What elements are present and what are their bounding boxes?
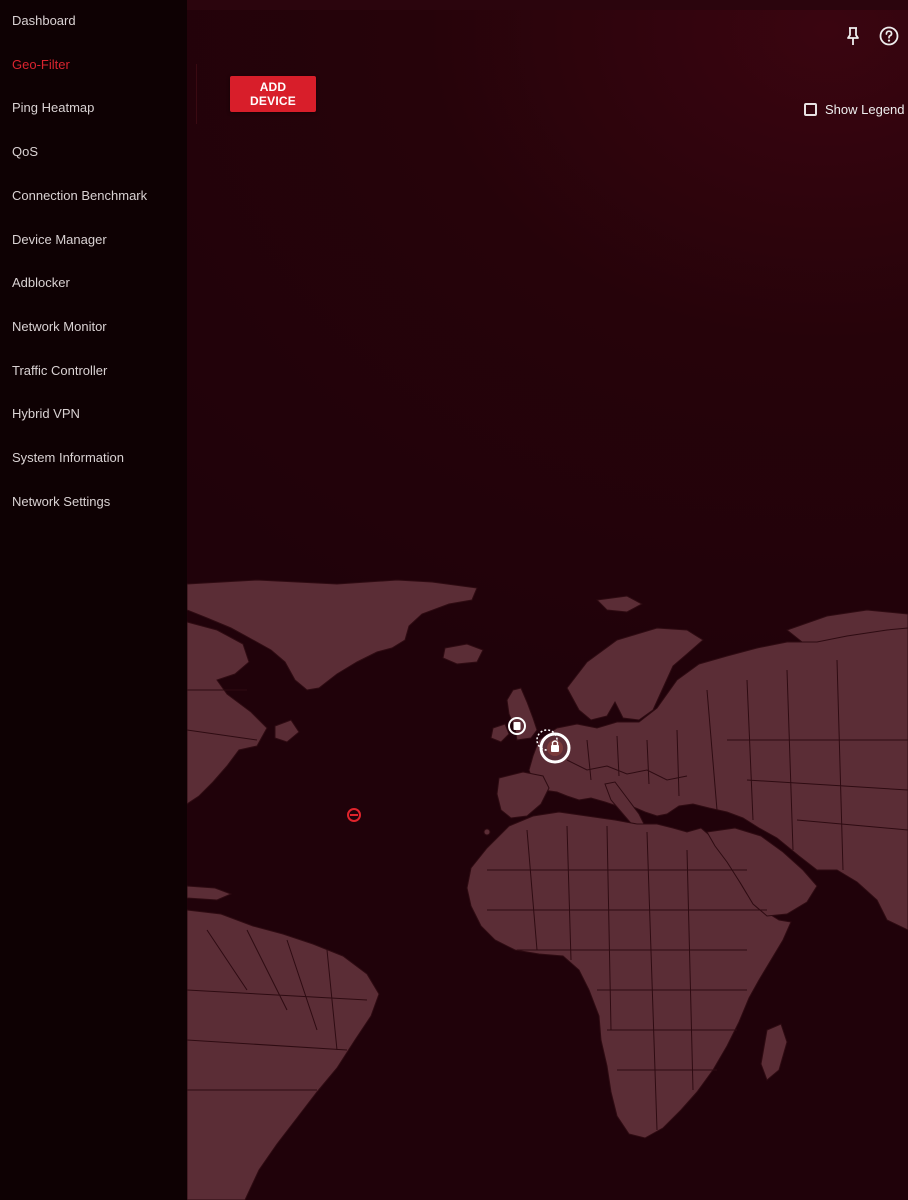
land-madagascar (760, 1023, 788, 1081)
show-legend-checkbox[interactable] (804, 103, 817, 116)
help-icon[interactable] (879, 26, 899, 46)
land-iberia (496, 771, 550, 819)
sidebar-item-traffic-controller[interactable]: Traffic Controller (12, 363, 107, 378)
geo-filter-marker-icon[interactable] (347, 808, 361, 822)
sidebar-item-qos[interactable]: QoS (12, 144, 38, 159)
land-caribbean (187, 885, 233, 901)
sidebar-item-network-settings[interactable]: Network Settings (12, 494, 110, 509)
land-iceland (442, 643, 484, 665)
world-map[interactable] (187, 570, 908, 1200)
divider (196, 64, 197, 124)
top-bar (187, 0, 908, 10)
sidebar-item-geo-filter[interactable]: Geo-Filter (12, 57, 70, 72)
sidebar-item-ping-heatmap[interactable]: Ping Heatmap (12, 100, 94, 115)
land-newfoundland (274, 719, 300, 743)
sidebar-item-dashboard[interactable]: Dashboard (12, 13, 76, 28)
land-canary (483, 828, 491, 836)
sidebar-item-device-manager[interactable]: Device Manager (12, 232, 107, 247)
geo-filter-main: ADD DEVICE Show Legend (187, 0, 908, 1200)
sidebar-item-hybrid-vpn[interactable]: Hybrid VPN (12, 406, 80, 421)
land-north-america (187, 621, 268, 805)
show-legend-label: Show Legend (825, 102, 905, 117)
land-ireland (490, 723, 510, 743)
pin-icon[interactable] (843, 25, 863, 47)
sidebar: Dashboard Geo-Filter Ping Heatmap QoS Co… (0, 0, 187, 1200)
land-south-america (187, 909, 380, 1200)
sidebar-item-adblocker[interactable]: Adblocker (12, 275, 70, 290)
sidebar-item-connection-benchmark[interactable]: Connection Benchmark (12, 188, 147, 203)
land-svalbard (595, 595, 644, 613)
add-device-button[interactable]: ADD DEVICE (230, 76, 316, 112)
sidebar-item-system-information[interactable]: System Information (12, 450, 124, 465)
sidebar-item-network-monitor[interactable]: Network Monitor (12, 319, 107, 334)
show-legend-toggle[interactable]: Show Legend (804, 102, 905, 117)
